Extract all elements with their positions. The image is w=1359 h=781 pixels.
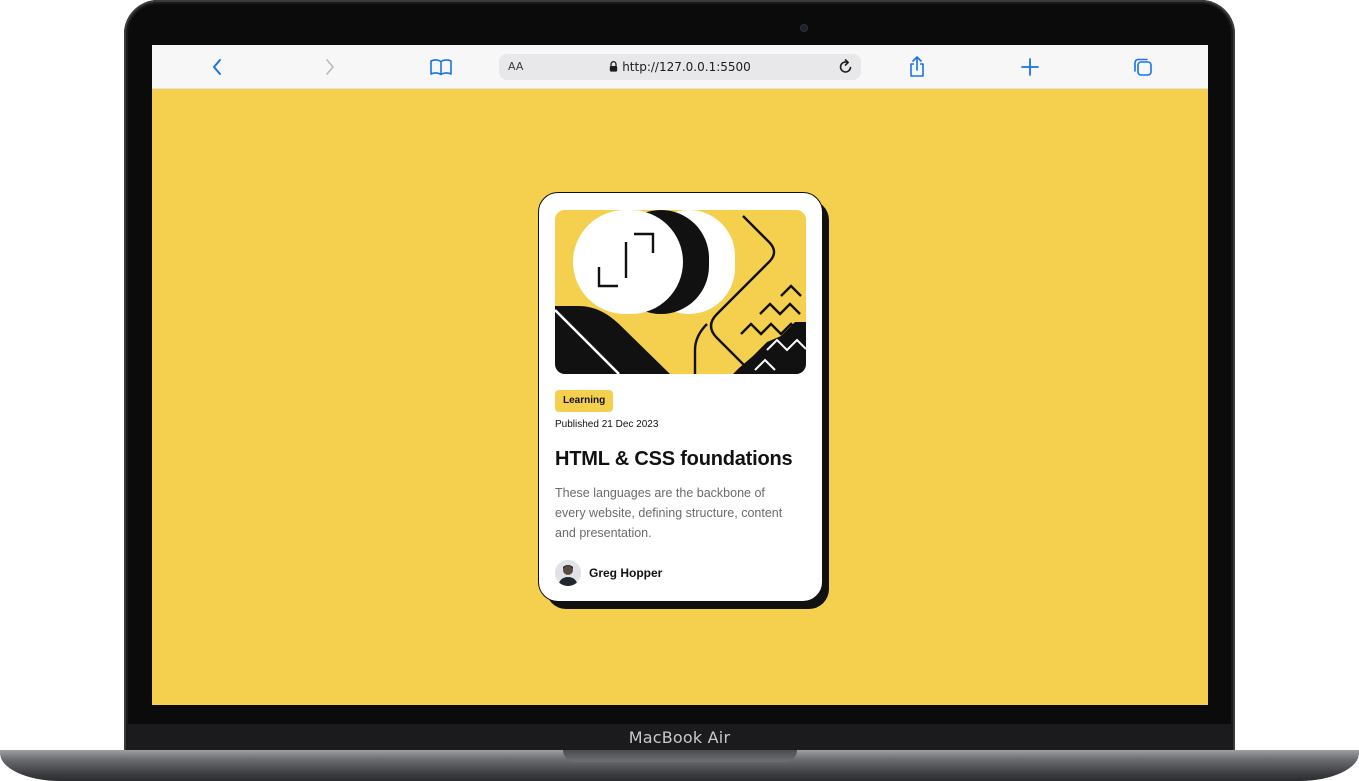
- author-info: Greg Hopper: [555, 560, 662, 586]
- reload-button[interactable]: [837, 58, 855, 81]
- address-bar[interactable]: AA http://127.0.0.1:5500: [499, 54, 861, 80]
- share-icon: [910, 56, 924, 77]
- person-avatar-icon: [555, 560, 581, 586]
- book-icon: [430, 59, 452, 76]
- chevron-right-icon: [326, 59, 334, 75]
- bookmarks-button[interactable]: [429, 55, 453, 79]
- share-button[interactable]: [905, 55, 929, 79]
- avatar: [555, 560, 581, 586]
- browser-toolbar: AA http://127.0.0.1:5500: [152, 45, 1208, 89]
- card-illustration: [555, 210, 806, 374]
- device-brand-label: MacBook Air: [628, 728, 731, 747]
- blog-preview-card: Learning Published 21 Dec 2023 HTML & CS…: [538, 192, 823, 602]
- browser-screen: AA http://127.0.0.1:5500 Learning Publis…: [152, 45, 1208, 705]
- published-date: Published 21 Dec 2023: [555, 419, 659, 430]
- back-button[interactable]: [205, 55, 229, 79]
- chevron-left-icon: [213, 59, 221, 75]
- tabs-icon: [1134, 58, 1152, 76]
- new-tab-button[interactable]: [1018, 55, 1042, 79]
- card-description: These languages are the backbone of ever…: [555, 486, 783, 540]
- reload-icon: [839, 59, 852, 73]
- url-text: http://127.0.0.1:5500: [622, 60, 751, 74]
- url-display: http://127.0.0.1:5500: [499, 60, 861, 74]
- tabs-overview-button[interactable]: [1131, 55, 1155, 79]
- lock-icon: [609, 61, 618, 72]
- card-title[interactable]: HTML & CSS foundations: [555, 448, 793, 471]
- plus-icon: [1021, 58, 1039, 76]
- category-badge[interactable]: Learning: [555, 390, 614, 412]
- abstract-illustration-icon: [555, 210, 806, 374]
- author-name: Greg Hopper: [589, 566, 663, 580]
- camera-icon: [800, 24, 808, 32]
- forward-button[interactable]: [318, 55, 342, 79]
- laptop-notch: [563, 750, 797, 762]
